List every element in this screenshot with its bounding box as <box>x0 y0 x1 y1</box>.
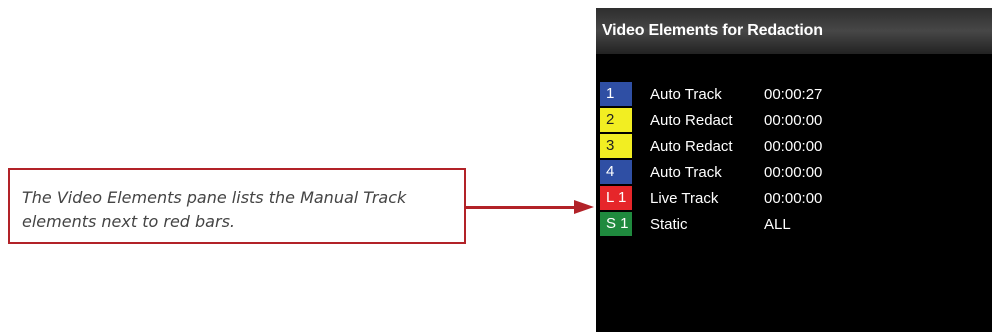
element-time: 00:00:00 <box>764 111 823 129</box>
element-time: 00:00:00 <box>764 189 823 207</box>
element-id-badge: 4 <box>600 160 632 184</box>
element-type-label: Live Track <box>650 189 719 207</box>
callout-arrow-line <box>466 206 576 209</box>
element-id-badge: 1 <box>600 82 632 106</box>
pane-title: Video Elements for Redaction <box>596 8 992 54</box>
element-row[interactable]: L 1 Live Track 00:00:00 <box>600 186 822 210</box>
annotation-callout: The Video Elements pane lists the Manual… <box>8 168 466 244</box>
element-type-label: Auto Track <box>650 85 722 103</box>
element-time: 00:00:00 <box>764 137 823 155</box>
element-row[interactable]: 1 Auto Track 00:00:27 <box>600 82 822 106</box>
element-row[interactable]: 3 Auto Redact 00:00:00 <box>600 134 822 158</box>
element-type-label: Static <box>650 215 688 233</box>
callout-text: The Video Elements pane lists the Manual… <box>22 188 407 231</box>
element-type-label: Auto Redact <box>650 137 733 155</box>
element-id-badge: 3 <box>600 134 632 158</box>
element-type-label: Auto Redact <box>650 111 733 129</box>
elements-list: 1 Auto Track 00:00:27 2 Auto Redact 00:0… <box>600 82 822 238</box>
callout-arrow-icon <box>574 200 594 214</box>
element-time: 00:00:27 <box>764 85 823 103</box>
element-row[interactable]: S 1 Static ALL <box>600 212 822 236</box>
element-id-badge: 2 <box>600 108 632 132</box>
element-row[interactable]: 4 Auto Track 00:00:00 <box>600 160 822 184</box>
video-elements-pane: Video Elements for Redaction 1 Auto Trac… <box>596 8 992 332</box>
element-id-badge: S 1 <box>600 212 632 236</box>
element-id-badge: L 1 <box>600 186 632 210</box>
element-type-label: Auto Track <box>650 163 722 181</box>
element-row[interactable]: 2 Auto Redact 00:00:00 <box>600 108 822 132</box>
element-time: ALL <box>764 215 791 233</box>
element-time: 00:00:00 <box>764 163 823 181</box>
